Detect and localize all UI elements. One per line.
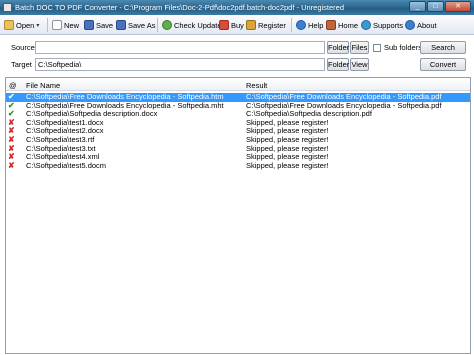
target-input[interactable]: C:\Softpedia\ — [35, 58, 325, 71]
new-label: New — [64, 20, 80, 30]
column-header-result[interactable]: Result — [246, 81, 267, 90]
toolbar-separator — [291, 18, 292, 32]
title-bar: Batch DOC TO PDF Converter - C:\Program … — [0, 0, 474, 15]
grid-header: @ File Name Result — [6, 78, 470, 91]
supports-button[interactable]: Supports — [361, 18, 403, 32]
search-button[interactable]: Search — [420, 41, 466, 54]
file-list-grid[interactable]: @ File Name Result ✔ C:\Softpedia\Free D… — [5, 77, 471, 354]
new-document-icon — [52, 20, 62, 30]
save-label: Save — [96, 20, 114, 30]
about-label: About — [417, 20, 437, 30]
toolbar: Open ▾ New Save Save As Check Update Buy… — [0, 15, 474, 35]
save-button[interactable]: Save — [84, 18, 113, 32]
convert-button[interactable]: Convert — [420, 58, 466, 71]
error-x-icon: ✘ — [8, 160, 15, 170]
target-label: Target — [11, 60, 32, 69]
home-button[interactable]: Home — [326, 18, 358, 32]
info-icon — [405, 20, 415, 30]
help-icon — [296, 20, 306, 30]
register-label: Register — [258, 20, 286, 30]
folder-open-icon — [4, 20, 14, 30]
about-button[interactable]: About — [405, 18, 437, 32]
column-header-status[interactable]: @ — [9, 81, 17, 90]
subfolders-label: Sub folders — [384, 43, 422, 52]
source-label: Source — [11, 43, 35, 52]
subfolders-checkbox[interactable] — [373, 44, 381, 52]
close-button[interactable]: ✕ — [445, 1, 471, 12]
source-row: Source Folder Files Sub folders Search — [0, 40, 474, 56]
window-controls: _ □ ✕ — [409, 1, 471, 12]
key-icon — [246, 20, 256, 30]
register-button[interactable]: Register — [246, 18, 286, 32]
minimize-button[interactable]: _ — [409, 1, 426, 12]
save-as-label: Save As — [128, 20, 156, 30]
open-button[interactable]: Open ▾ — [4, 18, 39, 32]
toolbar-separator — [157, 18, 158, 32]
cart-icon — [219, 20, 229, 30]
supports-label: Supports — [373, 20, 404, 30]
help-label: Help — [308, 20, 324, 30]
source-files-button[interactable]: Files — [350, 41, 369, 54]
buy-button[interactable]: Buy — [219, 18, 244, 32]
buy-label: Buy — [231, 20, 244, 30]
save-as-button[interactable]: Save As — [116, 18, 156, 32]
open-dropdown-caret[interactable]: ▾ — [36, 22, 39, 29]
maximize-button[interactable]: □ — [427, 1, 444, 12]
result-cell: Skipped, please register! — [246, 160, 329, 170]
home-label: Home — [338, 20, 359, 30]
check-update-label: Check Update — [174, 20, 222, 30]
save-disk-icon — [84, 20, 94, 30]
save-as-icon — [116, 20, 126, 30]
new-button[interactable]: New — [52, 18, 79, 32]
file-name-cell: C:\Softpedia\test5.docm — [26, 160, 107, 170]
support-icon — [361, 20, 371, 30]
source-input[interactable] — [35, 41, 325, 54]
window-title: Batch DOC TO PDF Converter - C:\Program … — [15, 3, 345, 12]
source-folder-button[interactable]: Folder — [327, 41, 349, 54]
open-label: Open — [16, 20, 35, 30]
column-header-file-name[interactable]: File Name — [26, 81, 60, 90]
target-folder-button[interactable]: Folder — [327, 58, 349, 71]
home-icon — [326, 20, 336, 30]
toolbar-separator — [47, 18, 48, 32]
help-button[interactable]: Help — [296, 18, 323, 32]
table-row[interactable]: ✘ C:\Softpedia\test5.docm Skipped, pleas… — [6, 160, 470, 171]
view-button[interactable]: View — [350, 58, 369, 71]
update-icon — [162, 20, 172, 30]
check-update-button[interactable]: Check Update — [162, 18, 222, 32]
app-icon — [3, 3, 12, 12]
target-row: Target C:\Softpedia\ Folder View Convert — [0, 57, 474, 73]
